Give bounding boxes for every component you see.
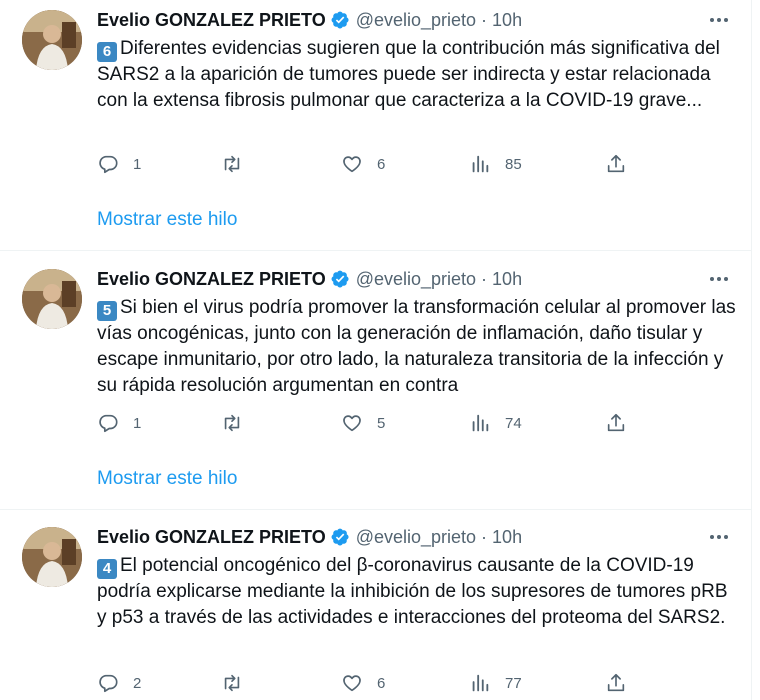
reply-button[interactable]: 1 <box>97 408 141 438</box>
tweet-text: 4 El potencial oncogénico del β-coronavir… <box>97 553 737 631</box>
tweet-actions: 1 6 85 <box>97 149 657 179</box>
like-count: 6 <box>377 674 386 692</box>
view-count: 77 <box>505 674 522 692</box>
views-chart-icon <box>472 155 489 173</box>
share-icon <box>607 154 625 173</box>
retweet-icon <box>224 155 240 173</box>
retweet-button[interactable] <box>221 408 257 438</box>
separator: · <box>481 9 488 30</box>
tweet-body: Si bien el virus podría promover la tran… <box>97 297 736 396</box>
more-dots-icon[interactable] <box>706 269 732 289</box>
keycap-number: 4 <box>97 559 117 579</box>
reply-icon <box>99 674 118 693</box>
share-icon <box>607 673 625 692</box>
retweet-button[interactable] <box>221 668 257 698</box>
author-name[interactable]: Evelio GONZALEZ PRIETO <box>97 269 326 290</box>
retweet-icon <box>224 674 240 692</box>
more-dots-icon[interactable] <box>706 10 732 30</box>
verified-badge-icon <box>331 270 349 288</box>
like-button[interactable]: 6 <box>341 668 385 698</box>
heart-icon <box>343 156 361 173</box>
share-button[interactable] <box>605 149 627 179</box>
like-count: 5 <box>377 414 386 432</box>
verified-badge-icon <box>331 528 349 546</box>
keycap-number: 5 <box>97 301 117 321</box>
tweet-header: Evelio GONZALEZ PRIETO @evelio_prieto · … <box>97 525 522 549</box>
like-button[interactable]: 5 <box>341 408 385 438</box>
reply-icon <box>99 155 118 174</box>
show-thread-link[interactable]: Mostrar este hilo <box>97 468 237 490</box>
avatar[interactable] <box>22 269 82 329</box>
heart-icon <box>343 415 361 432</box>
author-name[interactable]: Evelio GONZALEZ PRIETO <box>97 10 326 31</box>
timeline-feed: Evelio GONZALEZ PRIETO @evelio_prieto · … <box>0 0 752 700</box>
author-handle[interactable]: @evelio_prieto <box>356 269 476 290</box>
reply-button[interactable]: 2 <box>97 668 141 698</box>
keycap-number: 6 <box>97 42 117 62</box>
views-button[interactable]: 77 <box>469 668 522 698</box>
timestamp[interactable]: 10h <box>492 269 522 290</box>
tweet-header: Evelio GONZALEZ PRIETO @evelio_prieto · … <box>97 267 522 291</box>
separator: · <box>481 526 488 547</box>
tweet-text: 6 Diferentes evidencias sugieren que la c… <box>97 36 737 114</box>
reply-count: 1 <box>133 155 142 173</box>
view-count: 74 <box>505 414 522 432</box>
like-button[interactable]: 6 <box>341 149 385 179</box>
reply-icon <box>99 414 118 433</box>
separator: · <box>481 268 488 289</box>
avatar[interactable] <box>22 527 82 587</box>
like-count: 6 <box>377 155 386 173</box>
more-dots-icon[interactable] <box>706 527 732 547</box>
tweet-actions: 2 6 77 <box>97 668 657 698</box>
tweet-text: 5 Si bien el virus podría promover la tra… <box>97 295 737 399</box>
reply-button[interactable]: 1 <box>97 149 141 179</box>
show-thread-link[interactable]: Mostrar este hilo <box>97 209 237 231</box>
share-icon <box>607 413 625 432</box>
views-button[interactable]: 74 <box>469 408 522 438</box>
tweet-body: Diferentes evidencias sugieren que la co… <box>97 38 720 111</box>
reply-count: 2 <box>133 674 142 692</box>
timestamp[interactable]: 10h <box>492 10 522 31</box>
views-chart-icon <box>472 414 489 432</box>
retweet-button[interactable] <box>221 149 257 179</box>
heart-icon <box>343 675 361 692</box>
verified-badge-icon <box>331 11 349 29</box>
tweet-header: Evelio GONZALEZ PRIETO @evelio_prieto · … <box>97 8 522 32</box>
tweet-actions: 1 5 74 <box>97 408 657 438</box>
author-handle[interactable]: @evelio_prieto <box>356 527 476 548</box>
retweet-icon <box>224 414 240 432</box>
share-button[interactable] <box>605 408 627 438</box>
author-handle[interactable]: @evelio_prieto <box>356 10 476 31</box>
views-chart-icon <box>472 674 489 692</box>
tweet-body: El potencial oncogénico del β-coronaviru… <box>97 555 728 628</box>
divider <box>0 509 752 510</box>
view-count: 85 <box>505 155 522 173</box>
author-name[interactable]: Evelio GONZALEZ PRIETO <box>97 527 326 548</box>
share-button[interactable] <box>605 668 627 698</box>
timestamp[interactable]: 10h <box>492 527 522 548</box>
reply-count: 1 <box>133 414 142 432</box>
avatar[interactable] <box>22 10 82 70</box>
divider <box>0 250 752 251</box>
views-button[interactable]: 85 <box>469 149 522 179</box>
